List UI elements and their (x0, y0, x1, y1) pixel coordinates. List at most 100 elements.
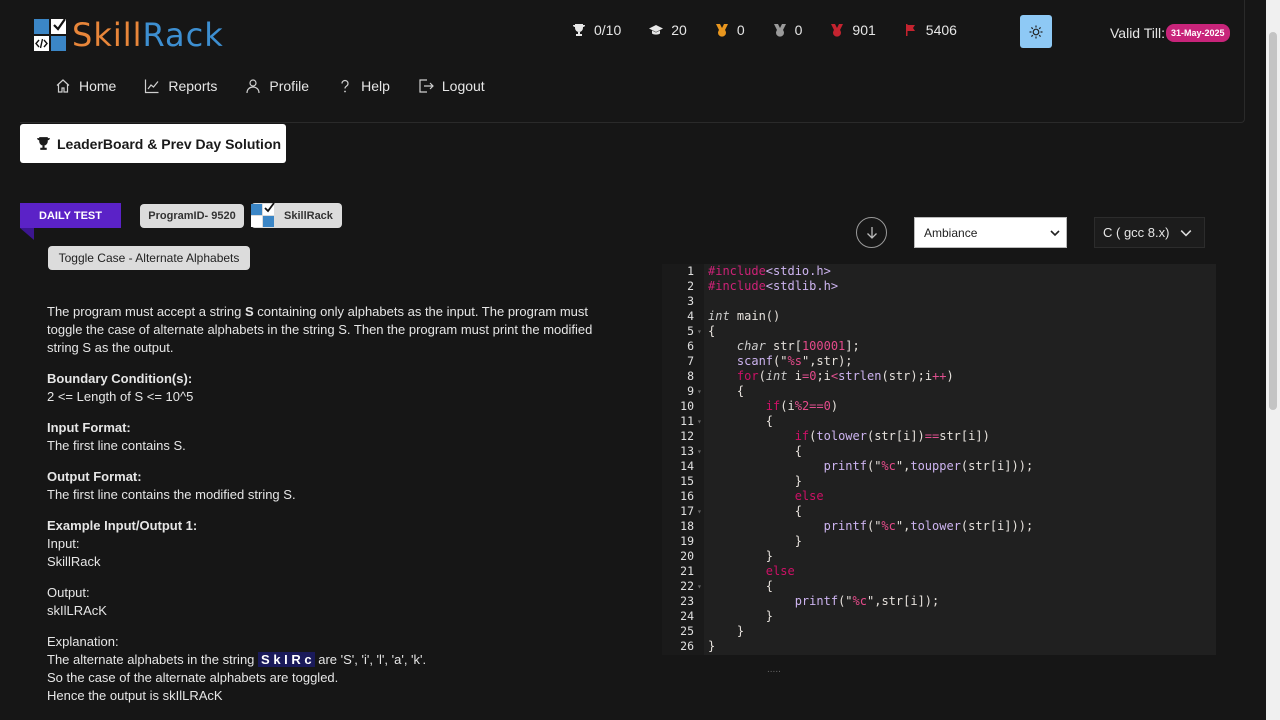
output-format-text: The first line contains the modified str… (47, 487, 296, 502)
language-select[interactable]: C ( gcc 8.x) (1094, 217, 1205, 248)
code-line: 25 } (680, 624, 745, 638)
code-line: 16 else (680, 489, 824, 503)
code-line: 13 ▾ { (680, 444, 802, 458)
stat-points-value: 20 (671, 22, 687, 38)
theme-toggle-button[interactable] (1020, 15, 1052, 48)
code-line: 21 else (680, 564, 795, 578)
validity-label: Valid Till: (1110, 25, 1165, 41)
nav-reports-label: Reports (168, 78, 218, 94)
explanation-text-3: Hence the output is skIlLRAcK (47, 688, 223, 703)
leaderboard-button[interactable]: LeaderBoard & Prev Day Solution (20, 124, 286, 163)
profile-icon (246, 79, 260, 94)
validity-date-badge: 31-May-2025 (1165, 24, 1230, 42)
reports-icon (145, 79, 159, 94)
sun-icon (1029, 25, 1043, 38)
logo-text-part2: Rack (142, 16, 224, 54)
explanation-text-b: are 'S', 'i', 'l', 'a', 'k'. (314, 652, 427, 667)
stat-bronze: 901 (830, 22, 876, 38)
example-section: Example Input/Output 1: Input: SkillRack (47, 517, 617, 571)
code-line: 18 printf("%c",tolower(str[i])); (680, 519, 1034, 533)
nav-profile-label: Profile (269, 78, 310, 94)
problem-title: Toggle Case - Alternate Alphabets (48, 246, 250, 270)
example-output-value: skIlLRAcK (47, 603, 107, 618)
editor-theme-select[interactable]: Ambiance (914, 217, 1067, 248)
nav-profile[interactable]: Profile (245, 78, 309, 94)
explanation-highlight: S k I R c (258, 652, 315, 667)
nav-home-label: Home (79, 78, 117, 94)
code-line: 4 int main() (687, 309, 781, 323)
code-line: 24 } (680, 609, 774, 623)
stat-silver-value: 0 (794, 22, 803, 38)
problem-intro: The program must accept a string S conta… (47, 303, 617, 357)
nav-help[interactable]: Help (337, 78, 390, 94)
daily-test-badge-ribbon (20, 228, 34, 240)
page-scrollbar[interactable] (1266, 0, 1280, 720)
silver-medal-icon (773, 24, 786, 37)
main-nav: Home Reports Profile Help Logout (55, 78, 513, 94)
editor-resize-handle[interactable]: ..... (767, 664, 781, 675)
stat-rank-value: 5406 (925, 22, 957, 38)
validity: Valid Till: 31-May-2025 (1110, 24, 1230, 42)
code-line: 17 ▾ { (680, 504, 802, 518)
source-badge: SkillRack (251, 201, 342, 228)
editor-theme-value: Ambiance (924, 225, 978, 240)
example-output: Output: skIlLRAcK (47, 584, 617, 620)
graduation-cap-icon (649, 25, 664, 35)
stat-points: 20 (649, 22, 687, 38)
arrow-down-icon (866, 226, 877, 239)
output-format-section: Output Format: The first line contains th… (47, 468, 617, 504)
output-format-title: Output Format: (47, 469, 142, 484)
code-line: 3 (687, 294, 694, 308)
input-format-text: The first line contains S. (47, 438, 186, 453)
stat-rank: 5406 (904, 22, 957, 38)
stat-bronze-value: 901 (852, 22, 876, 38)
problem-description: The program must accept a string S conta… (47, 303, 617, 718)
nav-home[interactable]: Home (55, 78, 116, 94)
problem-intro-s: S (244, 304, 254, 319)
skillrack-mini-logo-icon (251, 201, 275, 228)
stats-bar: 0/10 20 0 0 901 5406 (572, 22, 985, 38)
logo-text: SkillRack (72, 16, 224, 54)
code-line: 7 scanf("%s",str); (687, 354, 853, 368)
bronze-medal-icon (831, 24, 844, 37)
stat-gold: 0 (715, 22, 745, 38)
help-icon (341, 79, 349, 93)
code-line: 23 printf("%c",str[i]); (680, 594, 940, 608)
daily-test-badge: DAILY TEST (20, 203, 121, 228)
code-line: 14 printf("%c",toupper(str[i])); (680, 459, 1034, 473)
stat-gold-value: 0 (736, 22, 745, 38)
source-badge-label: SkillRack (284, 209, 333, 222)
input-format-section: Input Format: The first line contains S. (47, 419, 617, 455)
code-line: 19 } (680, 534, 802, 548)
code-line: 15 } (680, 474, 802, 488)
code-editor[interactable]: 1 #include<stdio.h> 2 #include<stdlib.h> 3… (662, 264, 1216, 655)
boundary-section: Boundary Condition(s): 2 <= Length of S <… (47, 370, 617, 406)
code-line: 5 ▾{ (687, 324, 716, 338)
explanation-text-2: So the case of the alternate alphabets a… (47, 670, 339, 685)
scrollbar-thumb[interactable] (1269, 32, 1277, 410)
nav-logout[interactable]: Logout (418, 78, 485, 94)
leaderboard-button-label: LeaderBoard & Prev Day Solution (57, 135, 282, 152)
code-line: 12 if(tolower(str[i])==str[i]) (680, 429, 990, 443)
code-line: 8 for(int i=0;i<strlen(str);i++) (687, 369, 954, 383)
example-input-value: SkillRack (47, 554, 101, 569)
nav-reports[interactable]: Reports (144, 78, 217, 94)
home-icon (56, 79, 70, 93)
code-line: 20 } (680, 549, 774, 563)
header: SkillRack 0/10 20 0 0 901 5406 Valid Til… (20, 0, 1245, 123)
skillrack-logo[interactable]: SkillRack (34, 16, 224, 54)
boundary-text: 2 <= Length of S <= 10^5 (47, 389, 194, 404)
example-input-label: Input: (47, 536, 80, 551)
explanation-text-a: The alternate alphabets in the string (47, 652, 259, 667)
code-line: 2 #include<stdlib.h> (687, 279, 839, 293)
logo-text-part1: Skill (72, 16, 143, 54)
code-line: 10 if(i%2==0) (680, 399, 839, 413)
download-button[interactable] (856, 217, 887, 248)
stat-solved: 0/10 (572, 22, 621, 38)
nav-logout-label: Logout (441, 78, 485, 94)
problem-intro-a: The program must accept a string (47, 304, 245, 319)
explanation-section: Explanation: The alternate alphabets in t… (47, 633, 617, 705)
code-line: 11 ▾ { (680, 414, 774, 428)
trophy-icon (37, 137, 50, 150)
boundary-title: Boundary Condition(s): (47, 371, 193, 386)
